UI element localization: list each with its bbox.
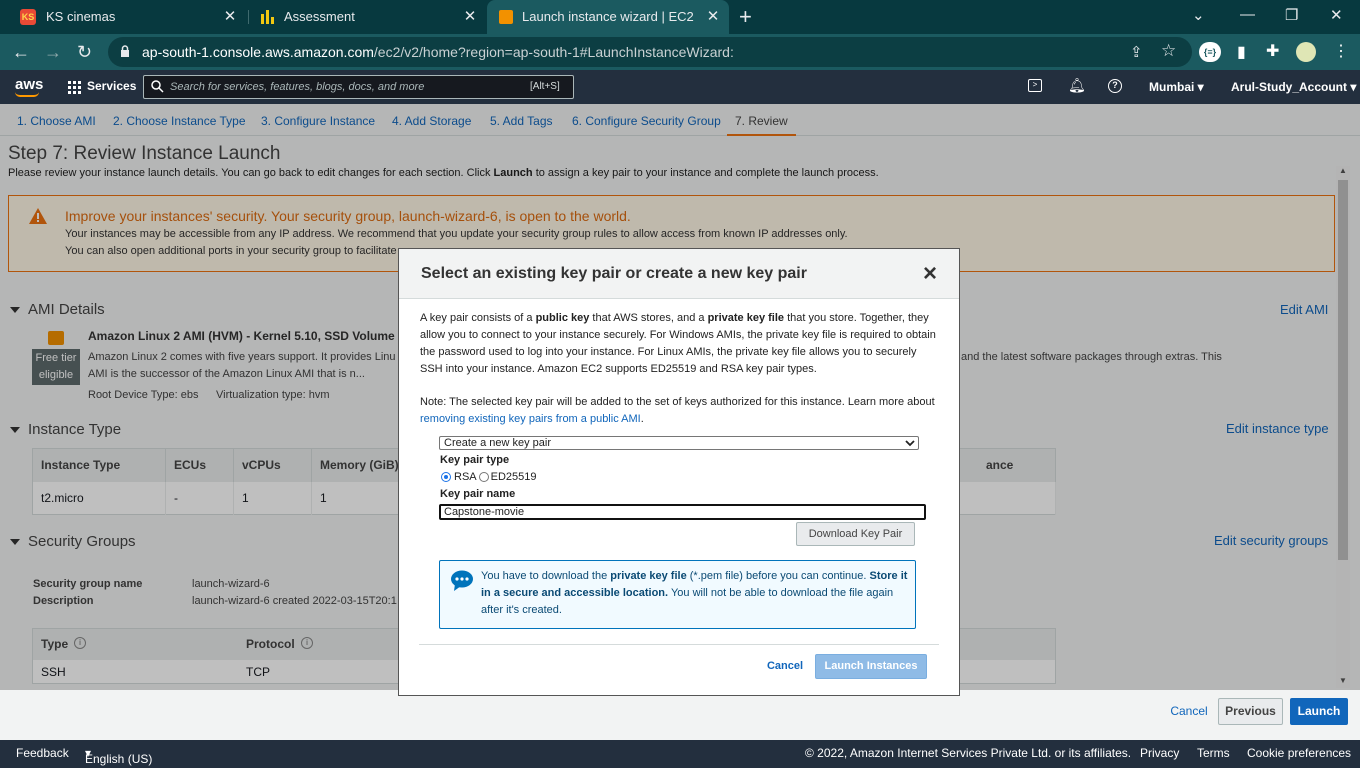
- ed25519-label: ED25519: [490, 471, 537, 483]
- select-value: Create a new key pair: [444, 437, 551, 449]
- key-pair-dialog: Select an existing key pair or create a …: [398, 248, 960, 696]
- close-window-icon[interactable]: ✕: [1330, 6, 1343, 24]
- removing-key-pairs-link[interactable]: removing existing key pairs from a publi…: [420, 413, 641, 425]
- close-icon[interactable]: ×: [923, 260, 937, 288]
- privacy-link[interactable]: Privacy: [1140, 746, 1179, 760]
- address-bar[interactable]: ap-south-1.console.aws.amazon.com/ec2/v2…: [108, 37, 1192, 67]
- search-shortcut: [Alt+S]: [530, 81, 560, 92]
- notifications-bell-icon[interactable]: 🔔︎: [1068, 77, 1086, 94]
- launch-instances-button[interactable]: Launch Instances: [815, 654, 927, 679]
- browser-tab-bar: KS KS cinemas ✕ Assessment ✕ Launch inst…: [0, 0, 1360, 34]
- text-run: You have to download the: [481, 570, 611, 582]
- chat-bubble-icon: [450, 570, 474, 595]
- dialog-title: Select an existing key pair or create a …: [421, 265, 807, 282]
- browser-tab-ks-cinemas[interactable]: KS KS cinemas ✕: [10, 0, 246, 34]
- cancel-link[interactable]: Cancel: [1164, 698, 1214, 724]
- forward-icon[interactable]: →: [44, 42, 62, 62]
- text-run: (*.pem file) before you can continue.: [686, 570, 870, 582]
- account-label: Arul-Study_Account: [1231, 80, 1348, 94]
- download-info-text: You have to download the private key fil…: [481, 568, 909, 619]
- close-tab-icon[interactable]: ✕: [462, 9, 478, 25]
- browser-tab-ec2[interactable]: Launch instance wizard | EC2 Ma ✕: [487, 0, 729, 34]
- tab-title: Launch instance wizard | EC2 Ma: [522, 9, 697, 24]
- previous-button[interactable]: Previous: [1218, 698, 1283, 725]
- aws-footer: Feedback English (US) ▾ © 2022, Amazon I…: [0, 740, 1360, 768]
- key-pair-note: Note: The selected key pair will be adde…: [420, 394, 942, 428]
- key-pair-name-input[interactable]: Capstone-movie: [439, 504, 926, 520]
- key-pair-name-label: Key pair name: [440, 488, 516, 500]
- browser-toolbar: ← → ↻ ap-south-1.console.aws.amazon.com/…: [0, 34, 1360, 70]
- bold-text: private key file: [610, 570, 687, 582]
- key-type-radio-group: RSA ED25519: [441, 471, 537, 483]
- lock-icon: [120, 45, 130, 57]
- aws-logo-smile-icon: [15, 92, 39, 97]
- cloudshell-icon[interactable]: >: [1028, 79, 1042, 92]
- extension-json-icon[interactable]: {≡}: [1199, 42, 1221, 62]
- aws-logo[interactable]: aws: [15, 76, 43, 93]
- bold-text: public key: [535, 312, 590, 324]
- url-path: /ec2/v2/home?region=ap-south-1#LaunchIns…: [373, 44, 734, 60]
- aws-search-box[interactable]: [Alt+S]: [143, 75, 574, 99]
- chevron-down-icon: [905, 438, 915, 451]
- input-value: Capstone-movie: [444, 506, 525, 518]
- url-host: ap-south-1.console.aws.amazon.com: [142, 44, 374, 60]
- note-end: .: [640, 413, 644, 425]
- profile-avatar[interactable]: [1296, 42, 1316, 62]
- assessment-favicon: [260, 10, 274, 24]
- terms-link[interactable]: Terms: [1197, 746, 1230, 760]
- feedback-link[interactable]: Feedback: [16, 746, 69, 760]
- text-run: that AWS stores, and a: [589, 312, 708, 324]
- extensions-puzzle-icon[interactable]: ✚: [1266, 41, 1279, 61]
- launch-button[interactable]: Launch: [1290, 698, 1348, 725]
- copyright-text: © 2022, Amazon Internet Services Private…: [805, 746, 1132, 760]
- key-pair-type-label: Key pair type: [440, 454, 510, 466]
- account-menu[interactable]: Arul-Study_Account ▾: [1231, 80, 1356, 94]
- browser-tab-assessment[interactable]: Assessment ✕: [250, 0, 486, 34]
- new-tab-icon[interactable]: +: [739, 4, 752, 30]
- tab-search-icon[interactable]: ⌄: [1192, 6, 1205, 24]
- services-grid-icon[interactable]: [68, 81, 81, 97]
- aws-favicon: [499, 10, 513, 24]
- aws-console-header: aws Services [Alt+S] > 🔔︎ ? Mumbai ▾ Aru…: [0, 70, 1360, 104]
- browser-menu-icon[interactable]: ⋮: [1333, 41, 1349, 61]
- tab-separator: [248, 10, 249, 24]
- key-pair-select[interactable]: Create a new key pair: [439, 436, 919, 450]
- services-menu[interactable]: Services: [87, 79, 136, 93]
- tab-title: KS cinemas: [46, 9, 116, 24]
- region-label: Mumbai: [1149, 80, 1195, 94]
- bold-text: private key file: [707, 312, 785, 324]
- dialog-divider: [419, 644, 939, 645]
- dialog-cancel-link[interactable]: Cancel: [761, 654, 809, 678]
- minimize-icon[interactable]: —: [1240, 6, 1255, 23]
- key-pair-explanation: A key pair consists of a public key that…: [420, 310, 942, 378]
- close-tab-icon[interactable]: ✕: [222, 9, 238, 25]
- region-selector[interactable]: Mumbai ▾: [1149, 80, 1204, 94]
- bookmark-star-icon[interactable]: ☆: [1161, 41, 1176, 61]
- download-info-box: You have to download the private key fil…: [439, 560, 916, 629]
- dialog-header: Select an existing key pair or create a …: [399, 249, 959, 299]
- note-text: Note: The selected key pair will be adde…: [420, 396, 935, 408]
- rsa-label: RSA: [454, 471, 477, 483]
- ks-cinemas-favicon: KS: [20, 9, 36, 25]
- language-selector[interactable]: English (US) ▾: [85, 746, 152, 766]
- bookmark-icon[interactable]: ▮: [1237, 42, 1246, 62]
- text-run: A key pair consists of a: [420, 312, 536, 324]
- search-icon: [151, 80, 164, 96]
- tab-title: Assessment: [284, 9, 355, 24]
- language-label: English (US): [85, 752, 153, 766]
- restore-icon[interactable]: ❐: [1285, 6, 1298, 24]
- back-icon[interactable]: ←: [12, 42, 30, 62]
- cookie-preferences-link[interactable]: Cookie preferences: [1247, 746, 1351, 760]
- help-icon[interactable]: ?: [1108, 79, 1122, 93]
- search-input[interactable]: [170, 79, 500, 95]
- reload-icon[interactable]: ↻: [77, 42, 92, 62]
- share-icon[interactable]: ⇪: [1130, 43, 1143, 61]
- download-key-pair-button[interactable]: Download Key Pair: [796, 522, 915, 546]
- ed25519-radio[interactable]: [478, 472, 489, 482]
- rsa-radio[interactable]: [441, 472, 451, 482]
- close-tab-icon[interactable]: ✕: [705, 9, 721, 25]
